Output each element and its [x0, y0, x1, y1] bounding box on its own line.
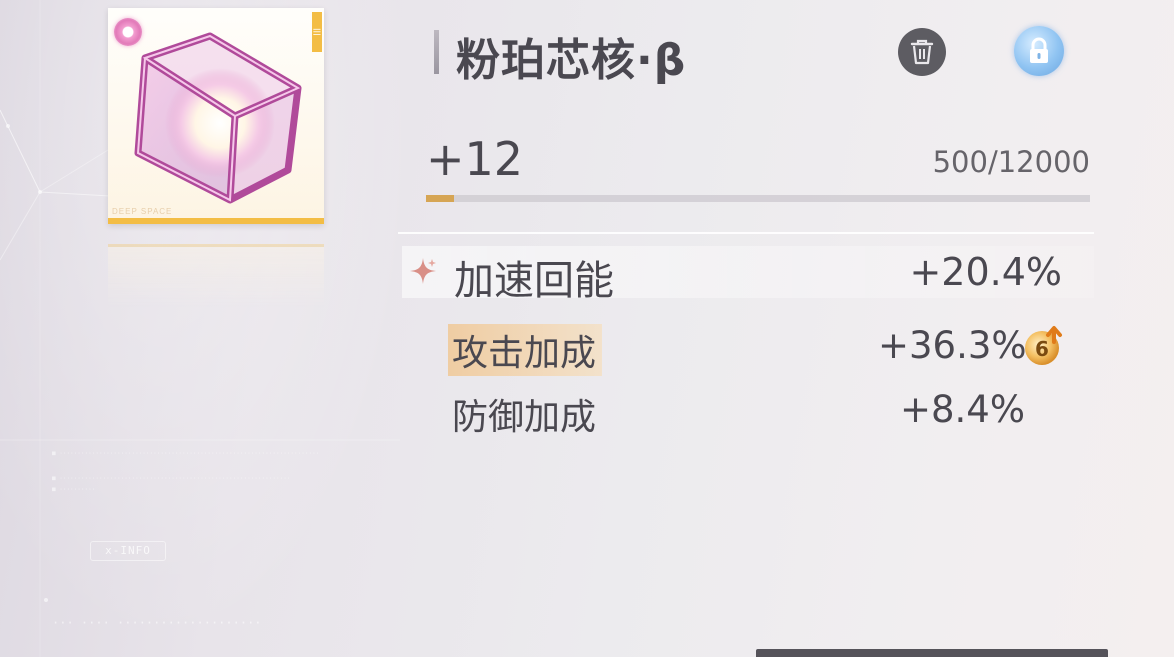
background-decor-text: ■ ······································… [52, 475, 291, 482]
background-star [38, 190, 42, 194]
sub-stat-value: +36.3% [878, 324, 1027, 367]
background-star [44, 598, 48, 602]
sub-stat-value: +8.4% [900, 388, 1026, 431]
title-marker [434, 30, 439, 74]
background-decor-text: ■ ······································… [52, 450, 320, 457]
card-brand-label: DEEP SPACE [112, 207, 173, 216]
item-card[interactable]: ||| DEEP SPACE [108, 8, 324, 224]
main-stat-row[interactable]: 加速回能 +20.4% [402, 246, 1094, 304]
divider [398, 232, 1094, 234]
lock-button[interactable] [1014, 26, 1064, 76]
trash-icon [910, 39, 934, 65]
sub-stat-name: 防御加成 [452, 397, 597, 438]
bottom-panel-edge [756, 649, 1108, 657]
background-decor-text: ··· ···· ···················· [52, 616, 262, 630]
main-stat-name: 加速回能 [454, 258, 614, 304]
lock-icon [1030, 37, 1048, 63]
upgrade-arrow-icon: 6 [1025, 326, 1062, 365]
discard-button[interactable] [898, 28, 946, 76]
rarity-bar [108, 218, 324, 224]
exp-counter: 500/12000 [932, 145, 1090, 179]
cube-core-icon [134, 32, 302, 204]
item-level: +12 [426, 132, 524, 186]
main-stat-value: +20.4% [909, 250, 1062, 294]
sub-stat-name: 攻击加成 [448, 324, 603, 376]
background-decor-text: ■ ·········· [52, 486, 96, 493]
item-card-reflection [108, 244, 324, 307]
exp-progress-bar [426, 195, 1090, 202]
item-title: 粉珀芯核·β [456, 35, 687, 86]
background-star [6, 124, 10, 128]
rarity-tag: ||| [312, 12, 322, 52]
sparkle-icon [410, 258, 436, 284]
exp-progress-fill [426, 195, 454, 202]
upgrade-count-badge[interactable]: 6 [1022, 322, 1068, 368]
upgrade-count: 6 [1035, 337, 1049, 361]
background-info-tag: x-INFO [90, 541, 166, 561]
